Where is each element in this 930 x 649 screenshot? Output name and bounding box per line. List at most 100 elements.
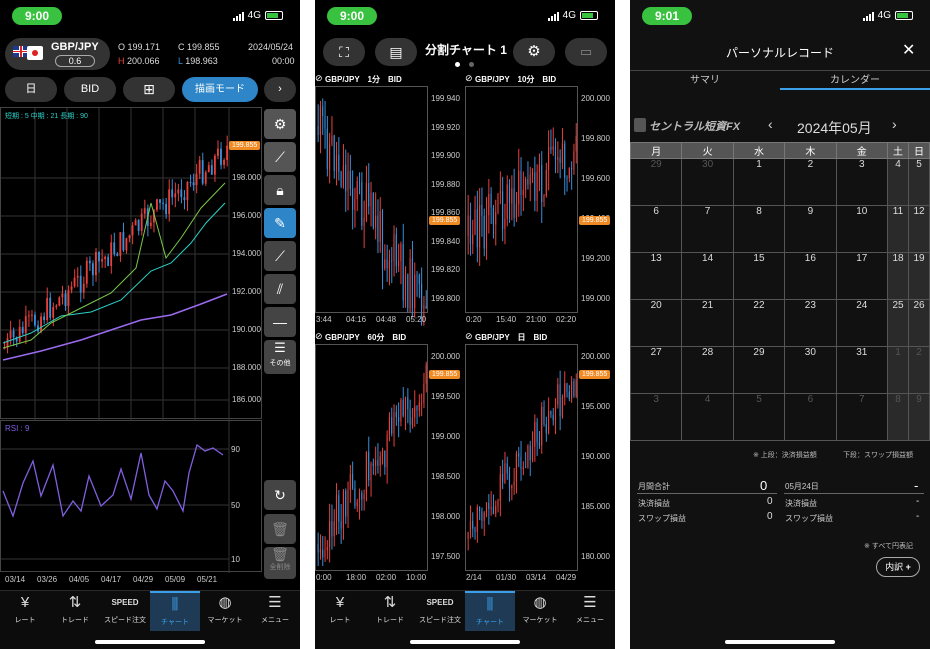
other-tool[interactable]: ☰ その他 (264, 340, 296, 374)
link-icon[interactable]: ⊘ (315, 331, 323, 342)
calendar-day[interactable]: 2 (784, 158, 837, 206)
trendline-tool[interactable]: ⟋ (264, 241, 296, 271)
tab-rate[interactable]: ¥ レート (0, 591, 50, 631)
calendar-day[interactable]: 23 (784, 299, 837, 347)
calendar-day[interactable]: 9 (908, 393, 930, 441)
tab-speed-order[interactable]: SPEED スピード注文 (415, 591, 465, 631)
magnet-tool[interactable]: ↻ (264, 480, 296, 510)
tab-chart[interactable]: ⫼ チャート (465, 591, 515, 631)
calendar-day[interactable]: 17 (835, 252, 889, 300)
calendar-day[interactable]: 25 (887, 299, 909, 347)
calendar-day[interactable]: 18 (887, 252, 909, 300)
calendar-day[interactable]: 20 (630, 299, 683, 347)
layout-button[interactable]: ⊞ (123, 77, 175, 102)
calendar-day[interactable]: 14 (681, 252, 734, 300)
calendar-day[interactable]: 4 (681, 393, 734, 441)
tab-menu[interactable]: ☰ メニュー (250, 591, 300, 631)
channel-tool[interactable]: ⫽ (264, 274, 296, 304)
candle (34, 314, 36, 326)
calendar-day[interactable]: 5 (908, 158, 930, 206)
calendar-day[interactable]: 8 (887, 393, 909, 441)
calendar-day[interactable]: 28 (681, 346, 734, 394)
y-axis-tick: 199.500 (431, 392, 460, 401)
calendar-day[interactable]: 6 (630, 205, 683, 253)
page-dot[interactable] (469, 62, 474, 67)
pair-selector[interactable]: GBP/JPY 0.6 (5, 38, 110, 70)
settings-button[interactable]: ⚙ (513, 38, 555, 66)
calendar-day[interactable]: 7 (681, 205, 734, 253)
calendar-day[interactable]: 7 (835, 393, 889, 441)
calendar-day[interactable]: 3 (835, 158, 889, 206)
delete-tool[interactable]: 🗑︎ (264, 514, 296, 544)
calendar-day[interactable]: 29 (630, 158, 683, 206)
bid-button[interactable]: BID (64, 77, 116, 102)
link-icon[interactable]: ⊘ (315, 73, 323, 84)
x-axis-tick: 03/14 (5, 575, 26, 584)
calendar-day[interactable]: 13 (630, 252, 683, 300)
tab-market[interactable]: ◍ マーケット (515, 591, 565, 631)
calendar-day[interactable]: 6 (784, 393, 837, 441)
period-button[interactable]: 日 (5, 77, 57, 102)
tab-trade[interactable]: ⇅ トレード (365, 591, 415, 631)
calendar-day[interactable]: 26 (908, 299, 930, 347)
layout-button[interactable]: ▤ (375, 38, 417, 66)
rotate-button[interactable]: ▭ (565, 38, 607, 66)
calendar-day[interactable]: 8 (732, 205, 786, 253)
calendar-day[interactable]: 29 (732, 346, 786, 394)
calendar-day[interactable]: 24 (835, 299, 889, 347)
chevron-right-button[interactable]: › (264, 77, 296, 102)
candle (356, 181, 358, 200)
link-icon[interactable]: ⊘ (465, 73, 473, 84)
tab-chart[interactable]: ⫼ チャート (150, 591, 200, 631)
tab-market[interactable]: ◍ マーケット (200, 591, 250, 631)
calendar-day[interactable]: 2 (908, 346, 930, 394)
calendar-day[interactable]: 27 (630, 346, 683, 394)
calendar-day[interactable]: 1 (887, 346, 909, 394)
calendar-day[interactable]: 9 (784, 205, 837, 253)
chart-pane[interactable]: GBP/JPY 10分 BID ⊘ 200.000 199.800 199.600 199… (465, 72, 615, 328)
calendar-day[interactable]: 15 (732, 252, 786, 300)
fullscreen-button[interactable]: ⛶ (323, 38, 365, 66)
calendar-day[interactable]: 4 (887, 158, 909, 206)
main-chart[interactable]: 短期 : 5 中期 : 21 長期 : 90 199.855 198.000 19… (0, 107, 262, 420)
candle (177, 189, 180, 194)
calendar-day[interactable]: 5 (732, 393, 786, 441)
link-icon[interactable]: ⊘ (465, 331, 473, 342)
pen-tool[interactable]: ✎ (264, 208, 296, 238)
calendar-day[interactable]: 30 (681, 158, 734, 206)
tab-speed-order[interactable]: SPEED スピード注文 (100, 591, 150, 631)
close-button[interactable]: ✕ (902, 40, 915, 60)
rsi-chart[interactable]: RSI : 9 90 50 10 (0, 420, 262, 573)
draw-mode-button[interactable]: 描画モード (182, 77, 258, 102)
calendar-day[interactable]: 3 (630, 393, 683, 441)
indicator-tool[interactable]: ⟋ (264, 142, 296, 172)
calendar-day[interactable]: 19 (908, 252, 930, 300)
chart-pane[interactable]: GBP/JPY 60分 BID ⊘ 200.000 199.500 199.000 198… (315, 330, 465, 586)
tab-trade[interactable]: ⇅ トレード (50, 591, 100, 631)
lock-tool[interactable]: 🔒︎ (264, 175, 296, 205)
candle (566, 383, 568, 392)
hline-tool[interactable]: — (264, 307, 296, 337)
calendar-day[interactable]: 30 (784, 346, 837, 394)
tab-menu[interactable]: ☰ メニュー (565, 591, 615, 631)
x-axis-tick: 2/14 (466, 573, 482, 582)
tab-rate[interactable]: ¥ レート (315, 591, 365, 631)
next-month-button[interactable]: › (892, 116, 897, 132)
delete-all-tool[interactable]: 🗑︎ 全削除 (264, 547, 296, 579)
tab-summary[interactable]: サマリ (630, 70, 780, 90)
prev-month-button[interactable]: ‹ (768, 116, 773, 132)
calendar-day[interactable]: 31 (835, 346, 889, 394)
chart-pane[interactable]: GBP/JPY 日 BID ⊘ 200.000 195.000 190.000 185.0… (465, 330, 615, 586)
calendar-day[interactable]: 16 (784, 252, 837, 300)
calendar-day[interactable]: 10 (835, 205, 889, 253)
chart-pane[interactable]: GBP/JPY 1分 BID ⊘ 199.940 199.920 199.900 199.… (315, 72, 465, 328)
calendar-day[interactable]: 11 (887, 205, 909, 253)
calendar-day[interactable]: 22 (732, 299, 786, 347)
breakdown-button[interactable]: 内訳 + (876, 557, 920, 577)
calendar-day[interactable]: 12 (908, 205, 930, 253)
settings-tool[interactable]: ⚙ (264, 109, 296, 139)
candle (79, 275, 82, 293)
calendar-day[interactable]: 21 (681, 299, 734, 347)
calendar-day[interactable]: 1 (732, 158, 786, 206)
tab-calendar[interactable]: カレンダー (780, 70, 930, 90)
